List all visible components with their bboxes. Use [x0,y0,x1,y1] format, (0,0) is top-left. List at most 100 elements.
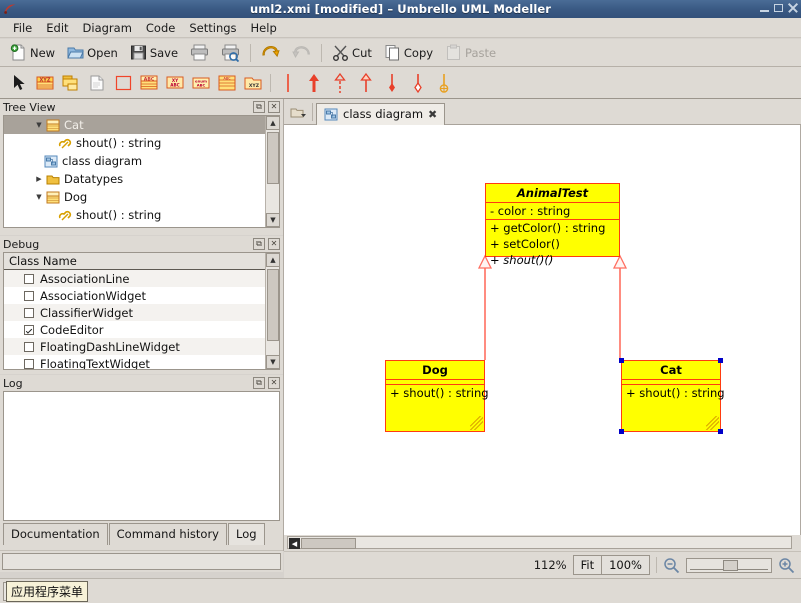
debug-row[interactable]: FloatingDashLineWidget [4,338,265,355]
debug-row[interactable]: AssociationLine [4,270,265,287]
selection-handle-tl[interactable] [619,358,624,363]
note-tool-button[interactable] [84,70,110,96]
menu-settings[interactable]: Settings [182,19,243,37]
debug-checkbox[interactable] [24,307,34,318]
new-button[interactable]: New [4,41,61,65]
tree-item-class-diagram[interactable]: class diagram [4,152,265,170]
scroll-thumb[interactable] [267,269,279,341]
scroll-up-button[interactable]: ▲ [266,253,279,267]
canvas-scroll-left-button[interactable]: ◀ [289,538,300,549]
tree-item-cat-shout[interactable]: shout() : string [4,134,265,152]
canvas-hscroll-track[interactable]: ◀ [287,536,792,549]
tree-view-float-button[interactable]: ⧉ [253,101,265,113]
uml-class-dog[interactable]: Dog + shout() : string [385,360,489,432]
debug-row[interactable]: FloatingTextWidget [4,355,265,369]
scroll-down-button[interactable]: ▼ [266,355,279,369]
package-tool-button[interactable] [58,70,84,96]
tab-list-dropdown-button[interactable] [287,103,309,121]
zoom-fit-button[interactable]: Fit [572,555,603,575]
chevron-right-icon[interactable]: ▶ [34,174,44,184]
log-float-button[interactable]: ⧉ [253,377,265,389]
save-button[interactable]: Save [124,41,184,65]
debug-checkbox[interactable] [24,273,34,284]
print-preview-button[interactable] [215,41,246,65]
selection-handle-br[interactable] [718,429,723,434]
redo-button[interactable] [286,41,317,65]
tree-item-dog-shout[interactable]: shout() : string [4,206,265,224]
resize-grip[interactable] [705,416,719,430]
tab-log[interactable]: Log [227,523,265,545]
composition-tool-button[interactable] [405,70,431,96]
tree-item-use-case-view[interactable]: Use Case View [4,224,265,227]
scroll-down-button[interactable]: ▼ [266,213,279,227]
interface-tool-button[interactable]: ABC [136,70,162,96]
zoom-slider-thumb[interactable] [723,559,738,571]
debug-scrollbar[interactable]: ▲ ▼ [265,253,279,369]
close-button[interactable] [787,2,798,14]
debug-checkbox[interactable] [24,290,34,301]
paste-button[interactable]: Paste [439,41,502,65]
tree-item-cat[interactable]: ▼ Cat [4,116,265,134]
debug-column-header[interactable]: Class Name [4,253,279,270]
resize-grip[interactable] [469,416,483,430]
copy-button[interactable]: Copy [378,41,439,65]
containment-tool-button[interactable] [431,70,457,96]
uml-class-animaltest[interactable]: AnimalTest - color : string + getColor()… [485,183,620,267]
diagram-canvas[interactable]: AnimalTest - color : string + getColor()… [284,125,801,535]
chevron-down-icon[interactable]: ▼ [34,120,44,130]
zoom-slider[interactable] [686,557,772,573]
selection-handle-tr[interactable] [718,358,723,363]
entity-tool-button[interactable]: ABC [214,70,240,96]
scroll-up-button[interactable]: ▲ [266,116,279,130]
selection-handle-bl[interactable] [619,429,624,434]
debug-checkbox[interactable] [24,341,34,352]
select-tool-button[interactable] [6,70,32,96]
debug-row[interactable]: ClassifierWidget [4,304,265,321]
debug-checkbox[interactable] [24,324,34,335]
debug-list[interactable]: Class Name AssociationLine AssociationWi… [3,252,280,370]
log-output[interactable] [3,391,280,521]
close-icon[interactable]: ✖ [428,108,437,121]
debug-row[interactable]: AssociationWidget [4,287,265,304]
tree-view-scrollbar[interactable]: ▲ ▼ [265,116,279,227]
tree-item-dog[interactable]: ▼ Dog [4,188,265,206]
menu-file[interactable]: File [6,19,39,37]
debug-row[interactable]: CodeEditor [4,321,265,338]
menu-edit[interactable]: Edit [39,19,75,37]
scroll-thumb[interactable] [267,132,279,184]
cut-button[interactable]: Cut [326,41,378,65]
zoom-out-icon[interactable] [663,557,680,574]
tab-command-history[interactable]: Command history [108,523,227,545]
tree-item-datatypes[interactable]: ▶ Datatypes [4,170,265,188]
menu-code[interactable]: Code [139,19,182,37]
minimize-button[interactable] [759,2,770,14]
open-button[interactable]: Open [61,41,124,65]
tree-view-close-button[interactable]: ✕ [268,101,280,113]
print-button[interactable] [184,41,215,65]
box-tool-button[interactable] [110,70,136,96]
tab-documentation[interactable]: Documentation [3,523,108,545]
log-close-button[interactable]: ✕ [268,377,280,389]
canvas-horizontal-scrollbar[interactable]: ◀ [284,535,801,551]
chevron-down-icon[interactable]: ▼ [34,192,44,202]
enum-tool-button[interactable]: enum ABC [188,70,214,96]
zoom-in-icon[interactable] [778,557,795,574]
datatype-tool-button[interactable]: XY ABC [162,70,188,96]
document-tab-class-diagram[interactable]: class diagram ✖ [316,102,446,125]
aggregation-tool-button[interactable] [379,70,405,96]
association-tool-button[interactable] [275,70,301,96]
canvas-hscroll-thumb[interactable] [301,538,356,549]
maximize-button[interactable] [773,2,784,14]
menu-diagram[interactable]: Diagram [76,19,139,37]
debug-float-button[interactable]: ⧉ [253,238,265,250]
generalization-tool-button[interactable] [301,70,327,96]
class-tool-button[interactable]: XYZ [32,70,58,96]
uml-class-cat[interactable]: Cat + shout() : string [619,358,725,434]
debug-close-button[interactable]: ✕ [268,238,280,250]
debug-checkbox[interactable] [24,358,34,369]
realization-tool-button[interactable] [353,70,379,96]
undo-button[interactable] [255,41,286,65]
tree-view-list[interactable]: ▼ Cat shout() : string class diagram ▶ D… [3,115,280,228]
category-tool-button[interactable]: XYZ [240,70,266,96]
dependency-tool-button[interactable] [327,70,353,96]
